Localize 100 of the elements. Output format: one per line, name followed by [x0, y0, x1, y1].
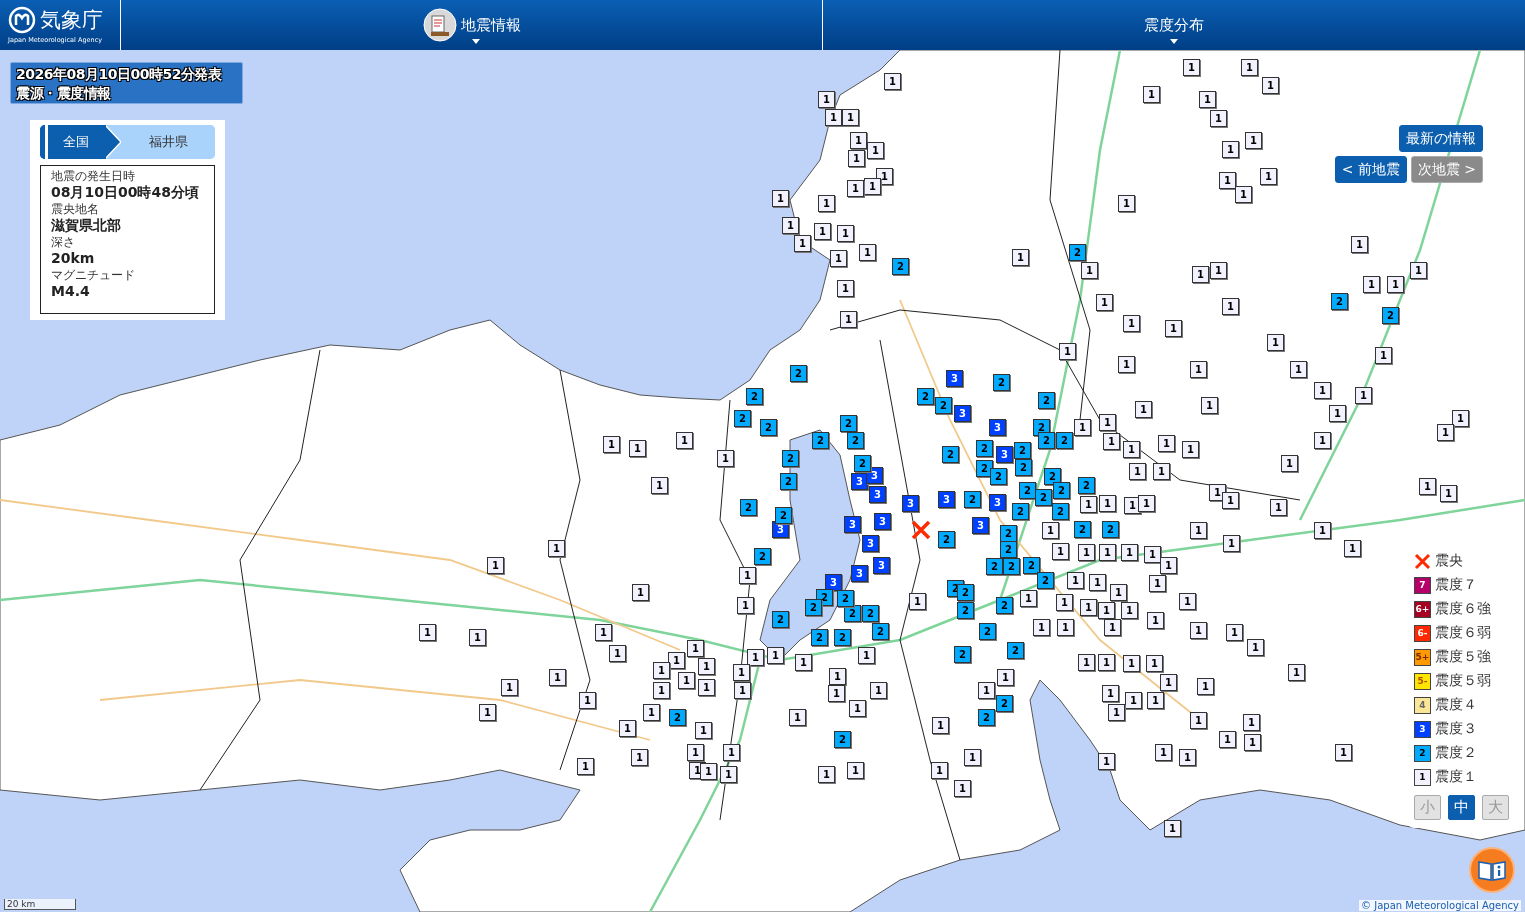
intensity-marker: 1: [734, 682, 751, 699]
intensity-marker: 1: [1153, 463, 1170, 480]
intensity-marker: 1: [1103, 433, 1120, 450]
intensity-marker: 2: [772, 611, 789, 628]
intensity-marker: 1: [1081, 262, 1098, 279]
intensity-marker: 1: [1147, 612, 1164, 629]
intensity-marker: 2: [942, 446, 959, 463]
intensity-marker: 2: [790, 365, 807, 382]
intensity-marker: 1: [870, 682, 887, 699]
intensity-marker: 1: [1335, 744, 1352, 761]
intensity-marker: 1: [1290, 361, 1307, 378]
guide-button[interactable]: [1469, 847, 1515, 893]
intensity-marker: 1: [1241, 59, 1258, 76]
intensity-marker: 1: [1179, 593, 1196, 610]
intensity-marker: 1: [1099, 495, 1116, 512]
menu-button[interactable]: 震度分布: [1140, 0, 1208, 50]
intensity-marker: 1: [1314, 382, 1331, 399]
intensity-marker: 2: [1053, 482, 1070, 499]
intensity-marker: 1: [549, 669, 566, 686]
intensity-marker: 1: [1123, 655, 1140, 672]
intensity-marker: 3: [862, 535, 879, 552]
intensity-marker: 2: [740, 499, 757, 516]
latest-info-button[interactable]: 最新の情報: [1399, 125, 1483, 152]
epicenter-cross-icon: [1414, 552, 1431, 570]
intensity-marker: 1: [1102, 685, 1119, 702]
intensity-marker: 1: [579, 692, 596, 709]
intensity-marker: 2: [979, 623, 996, 640]
intensity-marker: 2: [1074, 521, 1091, 538]
intensity-marker: 2: [978, 709, 995, 726]
menu-button[interactable]: 地震情報: [418, 0, 525, 50]
legend-label: 震度１: [1435, 768, 1477, 786]
intensity-marker: 1: [1129, 463, 1146, 480]
intensity-marker: 1: [1067, 572, 1084, 589]
intensity-marker: 2: [834, 629, 851, 646]
intensity-marker: 1: [1375, 347, 1392, 364]
intensity-marker: 1: [548, 540, 565, 557]
field-label: 震央地名: [51, 202, 100, 216]
intensity-marker: 1: [479, 704, 496, 721]
intensity-marker: 3: [989, 419, 1006, 436]
legend-label: 震度７: [1435, 576, 1477, 594]
intensity-marker: 1: [631, 749, 648, 766]
intensity-marker: 1: [1089, 574, 1106, 591]
epicenter-cross-icon: [910, 519, 932, 541]
intensity-marker: 1: [964, 749, 981, 766]
intensity-marker: 2: [1000, 541, 1017, 558]
intensity-marker: 1: [1149, 575, 1166, 592]
intensity-marker: 3: [851, 565, 868, 582]
intensity-marker: 1: [619, 720, 636, 737]
intensity-marker: 1: [1096, 294, 1113, 311]
legend-label: 震度４: [1435, 696, 1477, 714]
intensity-marker: 2: [993, 374, 1010, 391]
intensity-badge: 5+: [1414, 648, 1431, 666]
size-button[interactable]: 中: [1448, 795, 1475, 820]
intensity-marker: 1: [1197, 678, 1214, 695]
intensity-marker: 2: [976, 440, 993, 457]
earthquake-nav-button[interactable]: < 前地震: [1334, 156, 1407, 183]
intensity-marker: 1: [1329, 405, 1346, 422]
intensity-marker: 2: [1052, 503, 1069, 520]
legend-label: 震度５強: [1435, 648, 1491, 666]
intensity-marker: 1: [737, 597, 754, 614]
intensity-badge: 4: [1414, 696, 1431, 714]
intensity-marker: 1: [609, 645, 626, 662]
intensity-marker: 2: [669, 709, 686, 726]
intensity-marker: 1: [1262, 77, 1279, 94]
intensity-marker: 1: [1222, 298, 1239, 315]
intensity-marker: 2: [1382, 307, 1399, 324]
intensity-badge: 2: [1414, 744, 1431, 762]
intensity-marker: 1: [818, 91, 835, 108]
intensity-marker: 1: [723, 744, 740, 761]
intensity-marker: 1: [829, 668, 846, 685]
intensity-marker: 1: [1108, 704, 1125, 721]
intensity-marker: 2: [1014, 442, 1031, 459]
legend-label: 震度６強: [1435, 600, 1491, 618]
intensity-marker: 1: [632, 584, 649, 601]
intensity-marker: 1: [1125, 692, 1142, 709]
intensity-marker: 1: [1121, 544, 1138, 561]
intensity-marker: 1: [859, 244, 876, 261]
field-label: 地震の発生日時: [51, 169, 136, 183]
intensity-marker: 1: [1056, 594, 1073, 611]
intensity-marker: 2: [862, 605, 879, 622]
intensity-marker: 1: [1182, 441, 1199, 458]
caret-icon: [1170, 39, 1178, 44]
intensity-marker: 1: [1410, 262, 1427, 279]
intensity-marker: 1: [997, 669, 1014, 686]
intensity-marker: 1: [651, 477, 668, 494]
intensity-marker: 1: [767, 647, 784, 664]
intensity-marker: 1: [1190, 522, 1207, 539]
announcement-time: 2026年08月10日00時52分発表: [16, 65, 223, 84]
intensity-marker: 1: [772, 190, 789, 207]
intensity-marker: 2: [840, 415, 857, 432]
intensity-marker: 1: [1074, 419, 1091, 436]
intensity-marker: 1: [909, 593, 926, 610]
intensity-marker: 1: [469, 629, 486, 646]
intensity-marker: 2: [746, 388, 763, 405]
intensity-marker: 1: [1123, 315, 1140, 332]
intensity-marker: 2: [872, 623, 889, 640]
intensity-marker: 2: [1003, 558, 1020, 575]
intensity-marker: 1: [643, 704, 660, 721]
intensity-marker: 1: [653, 662, 670, 679]
intensity-marker: 3: [938, 491, 955, 508]
